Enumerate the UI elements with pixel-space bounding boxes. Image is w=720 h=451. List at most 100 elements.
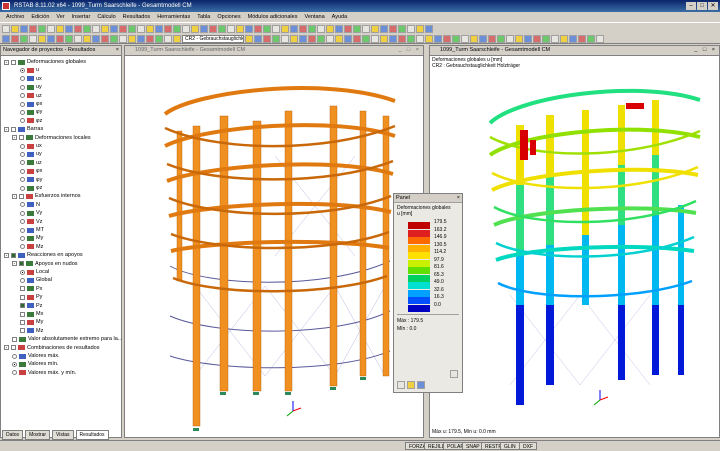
toolbar-icon[interactable] [416,25,424,33]
tree-item[interactable]: Vz [20,218,42,226]
tree-item[interactable]: Mz [20,243,43,251]
tree-item[interactable]: - Esfuerzos internos [12,192,81,200]
toolbar-icon[interactable] [380,25,388,33]
toolbar-icon[interactable] [65,25,73,33]
toolbar-icon[interactable] [146,35,154,43]
toolbar-icon[interactable] [56,25,64,33]
toolbar-icon[interactable] [83,35,91,43]
tree-item[interactable]: - Reacciones en apoyos [4,251,83,259]
toolbar-icon[interactable] [137,25,145,33]
tree-item[interactable]: u [20,66,39,74]
left-model-view[interactable]: 1099_Turm Saarschleife - Gesamtmodell CM… [124,45,424,438]
toolbar-icon[interactable] [344,25,352,33]
checkbox[interactable] [11,59,16,65]
radio-button[interactable] [20,177,25,183]
panel-print-icon[interactable] [417,381,425,389]
toolbar-icon[interactable] [119,25,127,33]
toolbar-icon[interactable] [371,25,379,33]
toolbar-icon[interactable] [299,25,307,33]
radio-button[interactable] [20,160,25,166]
menu-item[interactable]: Módulos adicionales [248,12,298,22]
toolbar-icon[interactable] [524,35,532,43]
toolbar-icon[interactable] [443,35,451,43]
menu-item[interactable]: Ventana [304,12,324,22]
tree-item[interactable]: φy [20,176,42,184]
toolbar-icon[interactable] [47,35,55,43]
tree-item[interactable]: Mx [20,310,43,318]
toolbar-icon[interactable] [2,25,10,33]
toolbar-icon[interactable] [128,25,136,33]
toolbar-icon[interactable] [182,25,190,33]
tree-item[interactable]: φz [20,117,42,125]
load-combination-select[interactable]: CR2 - Gebrauchstauglichkei [182,35,244,43]
tree-item[interactable]: ux [20,75,42,83]
radio-button[interactable] [20,93,25,99]
tree-item[interactable]: Valores máx. [12,352,60,360]
toolbar-icon[interactable] [308,35,316,43]
tree-item[interactable]: φy [20,108,42,116]
tree-item[interactable]: - Deformaciones globales [4,58,86,66]
toolbar-icon[interactable] [407,35,415,43]
toolbar-icon[interactable] [110,35,118,43]
toolbar-icon[interactable] [119,35,127,43]
toolbar-icon[interactable] [587,35,595,43]
toolbar-icon[interactable] [245,35,253,43]
expander-icon[interactable]: - [12,135,17,141]
status-toggle[interactable]: DXF [519,442,537,450]
close-button[interactable]: ✕ [708,2,718,10]
toolbar-icon[interactable] [236,25,244,33]
toolbar-icon[interactable] [38,35,46,43]
toolbar-icon[interactable] [542,35,550,43]
toolbar-icon[interactable] [173,35,181,43]
toolbar-icon[interactable] [398,35,406,43]
toolbar-icon[interactable] [200,25,208,33]
checkbox[interactable] [19,261,24,267]
toolbar-icon[interactable] [578,35,586,43]
toolbar-icon[interactable] [326,35,334,43]
tree-item[interactable]: uz [20,159,42,167]
radio-button[interactable] [20,269,25,275]
toolbar-icon[interactable] [2,35,10,43]
expander-icon[interactable]: - [4,252,9,258]
tree-item[interactable]: My [20,234,43,242]
toolbar-icon[interactable] [488,35,496,43]
tree-item[interactable]: Vy [20,209,42,217]
radio-button[interactable] [20,67,25,73]
toolbar-icon[interactable] [290,25,298,33]
toolbar-icon[interactable] [335,35,343,43]
toolbar-icon[interactable] [452,35,460,43]
checkbox[interactable] [20,294,25,300]
toolbar-icon[interactable] [335,25,343,33]
toolbar-icon[interactable] [263,25,271,33]
toolbar-icon[interactable] [11,25,19,33]
toolbar-icon[interactable] [407,25,415,33]
menu-item[interactable]: Edición [31,12,49,22]
checkbox[interactable] [19,135,24,141]
toolbar-icon[interactable] [272,25,280,33]
toolbar-icon[interactable] [551,35,559,43]
toolbar-icon[interactable] [155,25,163,33]
toolbar-icon[interactable] [74,25,82,33]
checkbox[interactable] [11,345,16,351]
toolbar-icon[interactable] [326,25,334,33]
toolbar-icon[interactable] [173,25,181,33]
toolbar-icon[interactable] [83,25,91,33]
toolbar-icon[interactable] [227,25,235,33]
toolbar-icon[interactable] [29,25,37,33]
radio-button[interactable] [20,168,25,174]
tree-item[interactable]: N [20,201,40,209]
toolbar-icon[interactable] [371,35,379,43]
checkbox[interactable] [20,303,25,309]
checkbox[interactable] [20,311,25,317]
navigator-tab[interactable]: Mostrar [25,430,51,440]
tree-item[interactable]: φx [20,167,42,175]
toolbar-icon[interactable] [389,25,397,33]
checkbox[interactable] [12,336,17,342]
toolbar-icon[interactable] [254,25,262,33]
menu-item[interactable]: Tabla [197,12,210,22]
toolbar-icon[interactable] [65,35,73,43]
radio-button[interactable] [12,361,17,367]
toolbar-icon[interactable] [434,35,442,43]
toolbar-icon[interactable] [416,35,424,43]
radio-button[interactable] [20,143,25,149]
